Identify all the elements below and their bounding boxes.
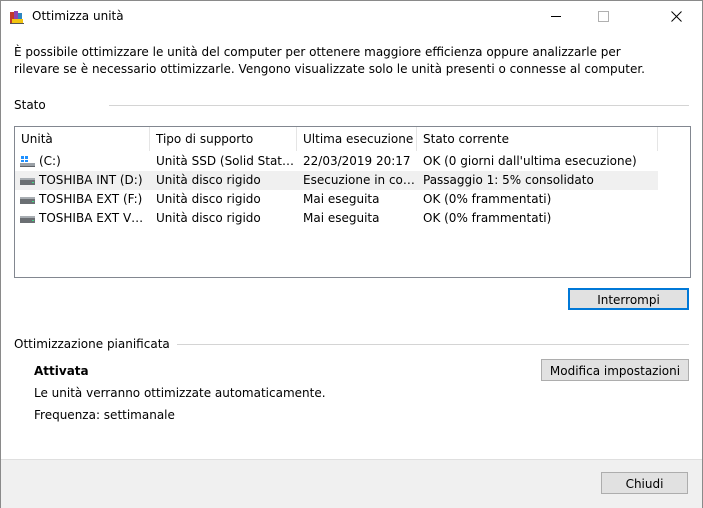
close-button[interactable]: Chiudi — [601, 472, 688, 494]
defrag-app-icon — [10, 11, 24, 24]
drive-name: TOSHIBA EXT (F:) — [39, 192, 143, 206]
drive-current-state: OK (0% frammentati) — [423, 211, 552, 225]
description-text: È possibile ottimizzare le unità del com… — [14, 45, 645, 76]
column-header-drive[interactable]: Unità — [15, 127, 150, 151]
schedule-description: Le unità verranno ottimizzate automatica… — [34, 386, 326, 400]
drive-row-f[interactable]: TOSHIBA EXT (F:) Unità disco rigido Mai … — [15, 190, 658, 209]
schedule-state: Attivata — [34, 364, 89, 378]
title-bar[interactable]: Ottimizza unità — [1, 1, 702, 32]
drive-media-type: Unità disco rigido — [156, 211, 261, 225]
optimize-drives-window: Ottimizza unità È possibile ottimizzare … — [0, 0, 703, 508]
drive-last-run: Mai eseguita — [303, 211, 380, 225]
drives-list[interactable]: Unità Tipo di supporto Ultima esecuzione… — [14, 126, 691, 278]
stop-button[interactable]: Interrompi — [568, 288, 689, 310]
maximize-button[interactable] — [580, 1, 626, 32]
drive-media-type: Unità disco rigido — [156, 192, 261, 206]
drive-name: TOSHIBA EXT VEC... — [39, 211, 150, 225]
window-title: Ottimizza unità — [32, 9, 124, 23]
drive-media-type: Unità SSD (Solid State D... — [156, 154, 297, 168]
drive-row-ext-vec[interactable]: TOSHIBA EXT VEC... Unità disco rigido Ma… — [15, 209, 658, 228]
column-header-media-type[interactable]: Tipo di supporto — [150, 127, 297, 151]
close-icon — [671, 11, 682, 22]
drive-name: TOSHIBA INT (D:) — [39, 173, 143, 187]
column-header-last-run[interactable]: Ultima esecuzione — [297, 127, 417, 151]
drive-last-run: Mai eseguita — [303, 192, 380, 206]
close-window-button[interactable] — [653, 1, 699, 32]
drive-current-state: OK (0% frammentati) — [423, 192, 552, 206]
status-section-label: Stato — [14, 98, 46, 112]
schedule-section-label: Ottimizzazione pianificata — [14, 337, 170, 351]
minimize-button[interactable] — [533, 1, 579, 32]
drive-media-type: Unità disco rigido — [156, 173, 261, 187]
drive-row-c[interactable]: (C:) Unità SSD (Solid State D... 22/03/2… — [15, 152, 658, 171]
dialog-footer: Chiudi — [1, 459, 702, 508]
schedule-divider — [177, 344, 689, 345]
status-divider — [109, 105, 689, 106]
column-header-current-state[interactable]: Stato corrente — [417, 127, 658, 151]
drives-list-header: Unità Tipo di supporto Ultima esecuzione… — [15, 127, 658, 151]
drive-name: (C:) — [39, 154, 61, 168]
change-settings-button[interactable]: Modifica impostazioni — [541, 359, 689, 381]
drive-last-run: 22/03/2019 20:17 — [303, 154, 411, 168]
drive-row-d[interactable]: TOSHIBA INT (D:) Unità disco rigido Esec… — [15, 171, 658, 190]
drive-current-state: OK (0 giorni dall'ultima esecuzione) — [423, 154, 637, 168]
drive-last-run: Esecuzione in cors... — [303, 173, 417, 187]
drive-current-state: Passaggio 1: 5% consolidato — [423, 173, 594, 187]
schedule-frequency: Frequenza: settimanale — [34, 408, 175, 422]
